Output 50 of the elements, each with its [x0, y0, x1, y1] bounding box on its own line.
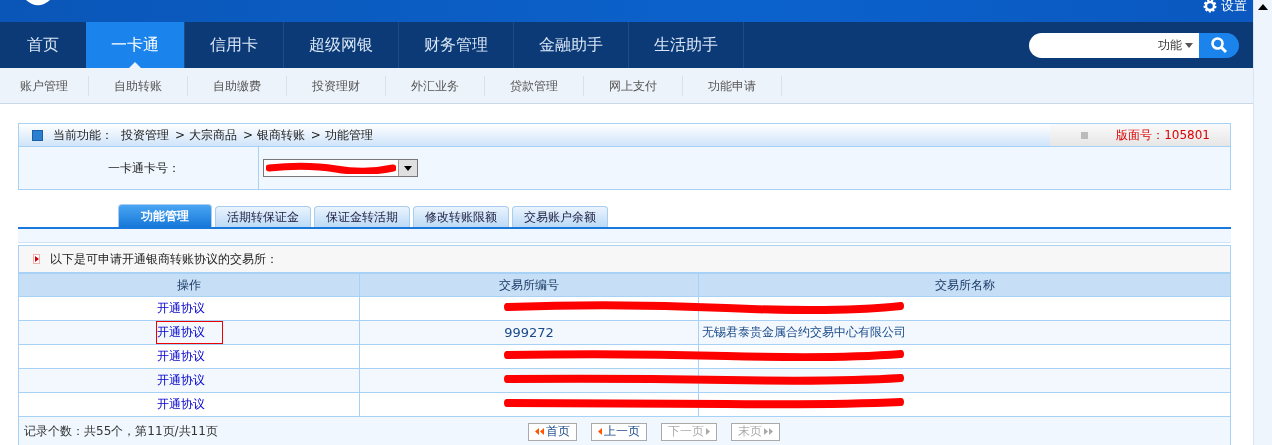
breadcrumb-item[interactable]: > 银商转账 — [242, 126, 305, 144]
tab[interactable]: 交易账户余额 — [512, 206, 608, 227]
column-header: 交易所名称 — [698, 273, 1231, 297]
column-header: 操作 — [18, 273, 360, 297]
bullet-icon — [33, 254, 40, 264]
scroll-up-icon[interactable] — [1258, 4, 1268, 10]
search-scope-dropdown[interactable]: 功能 — [1158, 36, 1193, 54]
tab[interactable]: 修改转账限额 — [413, 206, 509, 227]
open-agreement-link[interactable]: 开通协议 — [155, 393, 223, 416]
scrollbar[interactable] — [1253, 0, 1272, 445]
sub-nav-item[interactable]: 网上支付 — [584, 75, 683, 96]
sub-nav-item[interactable]: 贷款管理 — [485, 75, 584, 96]
card-number-dropdown[interactable] — [263, 159, 418, 177]
breadcrumb-label: 当前功能： — [53, 126, 113, 144]
open-agreement-link[interactable]: 开通协议 — [155, 369, 223, 392]
record-count: 记录个数：共55个，第11页/共11页 — [24, 423, 218, 440]
breadcrumb-item[interactable]: 投资管理 — [121, 126, 169, 144]
nav-tab[interactable]: 一卡通 — [86, 22, 185, 68]
double-right-arrow-icon — [763, 428, 773, 435]
pagination-button[interactable]: 上一页 — [590, 422, 647, 441]
field-label: 一卡通卡号： — [108, 159, 180, 177]
page-number: 版面号：105801 — [1116, 126, 1210, 144]
open-agreement-link[interactable]: 开通协议 — [155, 297, 223, 320]
left-arrow-icon — [597, 428, 602, 435]
search-field[interactable]: 功能 — [1029, 32, 1199, 58]
sub-nav-item[interactable]: 自助转账 — [89, 75, 188, 96]
caret-icon — [1185, 42, 1193, 48]
right-arrow-icon — [705, 428, 710, 435]
sub-nav-item[interactable]: 账户管理 — [0, 75, 89, 96]
sub-nav-item[interactable]: 功能申请 — [683, 75, 782, 96]
breadcrumb-item[interactable]: > 功能管理 — [310, 126, 373, 144]
sub-nav-item[interactable]: 投资理财 — [287, 75, 386, 96]
settings-icon — [1202, 0, 1218, 14]
column-header: 交易所编号 — [359, 273, 699, 297]
notice-text: 以下是可申请开通银商转账协议的交易所： — [50, 250, 278, 268]
tab[interactable]: 保证金转活期 — [314, 206, 410, 227]
double-left-arrow-icon — [534, 428, 544, 435]
search-button[interactable] — [1199, 32, 1239, 58]
settings-link[interactable]: 设置 — [1202, 0, 1247, 15]
exchange-code: 999272 — [504, 325, 554, 340]
exchange-name: 无锡君泰贵金属合约交易中心有限公司 — [702, 325, 906, 339]
breadcrumb-item[interactable]: > 大宗商品 — [175, 126, 237, 144]
sub-nav-item[interactable]: 自助缴费 — [188, 75, 287, 96]
search-icon — [1210, 36, 1228, 54]
tab[interactable]: 活期转保证金 — [215, 206, 311, 227]
open-agreement-link[interactable]: 开通协议 — [155, 345, 223, 368]
pagination-button[interactable]: 首页 — [527, 422, 577, 441]
sub-nav-item[interactable]: 外汇业务 — [386, 75, 485, 96]
open-agreement-link[interactable]: 开通协议 — [155, 321, 223, 344]
nav-tab[interactable]: 首页 — [0, 22, 86, 68]
